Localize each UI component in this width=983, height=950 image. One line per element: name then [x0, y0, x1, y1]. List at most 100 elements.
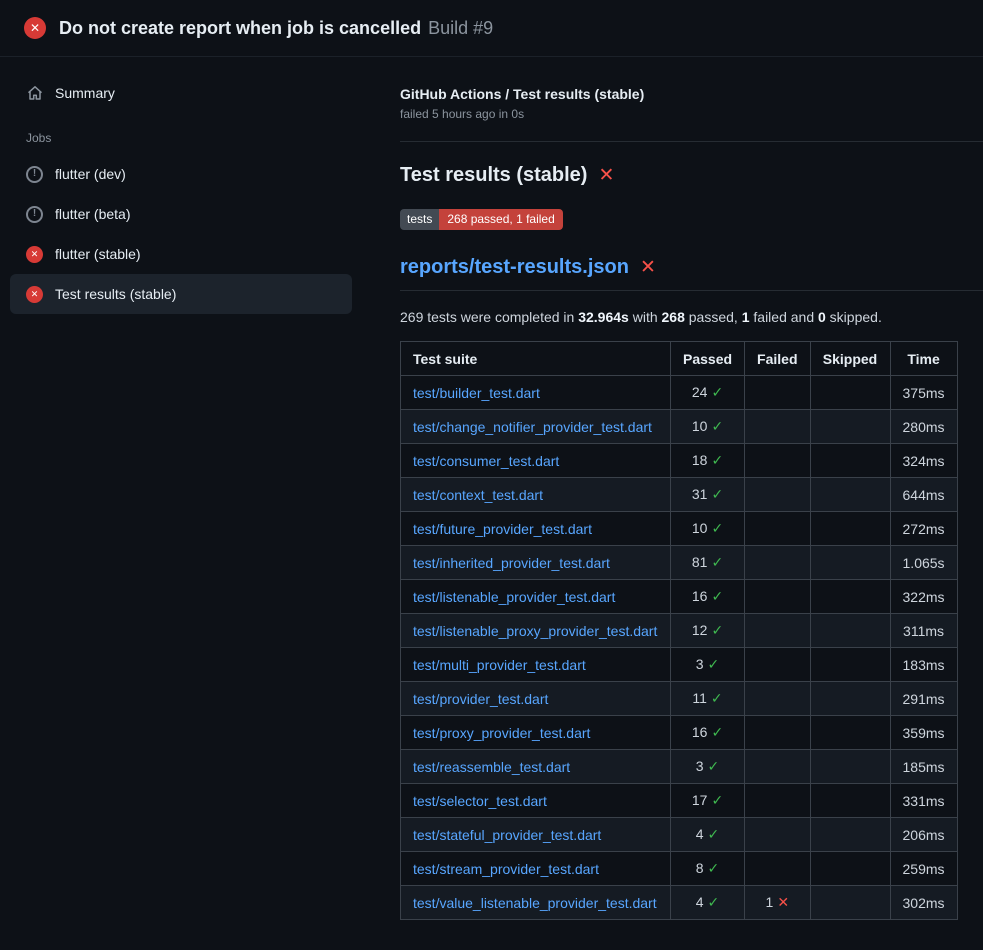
divider [400, 141, 983, 142]
passed-cell: 8✓ [671, 852, 745, 886]
job-status-icon: ! [26, 206, 43, 223]
suite-cell: test/consumer_test.dart [401, 444, 671, 478]
passed-count: 11 [692, 690, 707, 706]
failed-cell [745, 852, 810, 886]
skipped-cell [810, 784, 890, 818]
passed-count: 12 [692, 622, 708, 638]
suite-cell: test/reassemble_test.dart [401, 750, 671, 784]
time-cell: 280ms [890, 410, 957, 444]
suite-link[interactable]: test/value_listenable_provider_test.dart [413, 895, 657, 911]
suite-cell: test/inherited_provider_test.dart [401, 546, 671, 580]
skipped-cell [810, 886, 890, 920]
skipped-cell [810, 376, 890, 410]
suite-link[interactable]: test/proxy_provider_test.dart [413, 725, 590, 741]
table-row: test/context_test.dart 31✓ 644ms [401, 478, 958, 512]
tests-badge: tests 268 passed, 1 failed [400, 209, 563, 230]
table-row: test/change_notifier_provider_test.dart … [401, 410, 958, 444]
home-icon [26, 85, 43, 101]
check-icon: ✓ [708, 826, 720, 842]
passed-count: 17 [692, 792, 708, 808]
col-header-skipped: Skipped [810, 342, 890, 376]
tests-summary: 269 tests were completed in 32.964s with… [400, 309, 983, 325]
time-cell: 291ms [890, 682, 957, 716]
suite-link[interactable]: test/inherited_provider_test.dart [413, 555, 610, 571]
skipped-cell [810, 478, 890, 512]
failed-cell [745, 614, 810, 648]
suite-link[interactable]: test/change_notifier_provider_test.dart [413, 419, 652, 435]
suite-cell: test/future_provider_test.dart [401, 512, 671, 546]
cross-icon: ✕ [777, 894, 789, 910]
time-cell: 359ms [890, 716, 957, 750]
suite-cell: test/selector_test.dart [401, 784, 671, 818]
passed-cell: 10✓ [671, 410, 745, 444]
failed-cell [745, 648, 810, 682]
check-icon: ✓ [708, 656, 720, 672]
job-status-icon: ! [26, 166, 43, 183]
skipped-cell [810, 648, 890, 682]
check-icon: ✓ [711, 418, 723, 434]
table-row: test/stream_provider_test.dart 8✓ 259ms [401, 852, 958, 886]
failed-cell [745, 444, 810, 478]
table-row: test/proxy_provider_test.dart 16✓ 359ms [401, 716, 958, 750]
sidebar-item-flutter-dev[interactable]: ! flutter (dev) [10, 154, 352, 194]
passed-cell: 11✓ [671, 682, 745, 716]
skipped-cell [810, 410, 890, 444]
table-row: test/selector_test.dart 17✓ 331ms [401, 784, 958, 818]
suite-link[interactable]: test/listenable_proxy_provider_test.dart [413, 623, 657, 639]
passed-count: 8 [696, 860, 704, 876]
report-title: reports/test-results.json ✕ [400, 256, 983, 291]
check-icon: ✓ [708, 860, 720, 876]
table-row: test/future_provider_test.dart 10✓ 272ms [401, 512, 958, 546]
col-header-time: Time [890, 342, 957, 376]
time-cell: 324ms [890, 444, 957, 478]
time-cell: 206ms [890, 818, 957, 852]
suite-link[interactable]: test/selector_test.dart [413, 793, 547, 809]
check-icon: ✓ [711, 554, 723, 570]
suite-link[interactable]: test/stream_provider_test.dart [413, 861, 599, 877]
passed-count: 3 [696, 758, 704, 774]
suite-link[interactable]: test/future_provider_test.dart [413, 521, 592, 537]
skipped-total: 0 [818, 309, 826, 325]
passed-cell: 4✓ [671, 818, 745, 852]
jobs-heading: Jobs [10, 131, 352, 145]
sidebar-item-flutter-beta[interactable]: ! flutter (beta) [10, 194, 352, 234]
section-title-text: Test results (stable) [400, 164, 587, 187]
time-cell: 259ms [890, 852, 957, 886]
main-content: GitHub Actions / Test results (stable) f… [376, 57, 983, 950]
time-cell: 311ms [890, 614, 957, 648]
failed-cell [745, 682, 810, 716]
check-icon: ✓ [711, 622, 723, 638]
skipped-cell [810, 818, 890, 852]
summary-label: Summary [55, 85, 115, 101]
suite-cell: test/listenable_proxy_provider_test.dart [401, 614, 671, 648]
table-row: test/value_listenable_provider_test.dart… [401, 886, 958, 920]
build-number: Build #9 [428, 18, 493, 38]
failed-count: 1 [766, 894, 774, 910]
summary-text: skipped. [826, 309, 882, 325]
page-header: ✕ Do not create report when job is cance… [0, 0, 983, 57]
run-title: Do not create report when job is cancell… [59, 18, 421, 38]
sidebar-item-test-results-stable[interactable]: ✕ Test results (stable) [10, 274, 352, 314]
job-label: flutter (dev) [55, 166, 126, 182]
suite-link[interactable]: test/multi_provider_test.dart [413, 657, 586, 673]
passed-count: 81 [692, 554, 708, 570]
tests-badge-value: 268 passed, 1 failed [439, 209, 562, 230]
sidebar-item-summary[interactable]: Summary [10, 75, 352, 111]
suite-link[interactable]: test/listenable_provider_test.dart [413, 589, 615, 605]
tests-badge-label: tests [400, 209, 439, 230]
suite-link[interactable]: test/context_test.dart [413, 487, 543, 503]
time-cell: 185ms [890, 750, 957, 784]
suite-link[interactable]: test/provider_test.dart [413, 691, 548, 707]
suite-link[interactable]: test/reassemble_test.dart [413, 759, 570, 775]
suite-link[interactable]: test/builder_test.dart [413, 385, 540, 401]
sidebar-item-flutter-stable[interactable]: ✕ flutter (stable) [10, 234, 352, 274]
section-title: Test results (stable) ✕ [400, 164, 983, 187]
table-row: test/provider_test.dart 11✓ 291ms [401, 682, 958, 716]
passed-cell: 81✓ [671, 546, 745, 580]
passed-count: 16 [692, 724, 708, 740]
passed-count: 10 [692, 418, 708, 434]
skipped-cell [810, 444, 890, 478]
report-link[interactable]: reports/test-results.json [400, 256, 629, 279]
suite-link[interactable]: test/consumer_test.dart [413, 453, 559, 469]
suite-link[interactable]: test/stateful_provider_test.dart [413, 827, 601, 843]
